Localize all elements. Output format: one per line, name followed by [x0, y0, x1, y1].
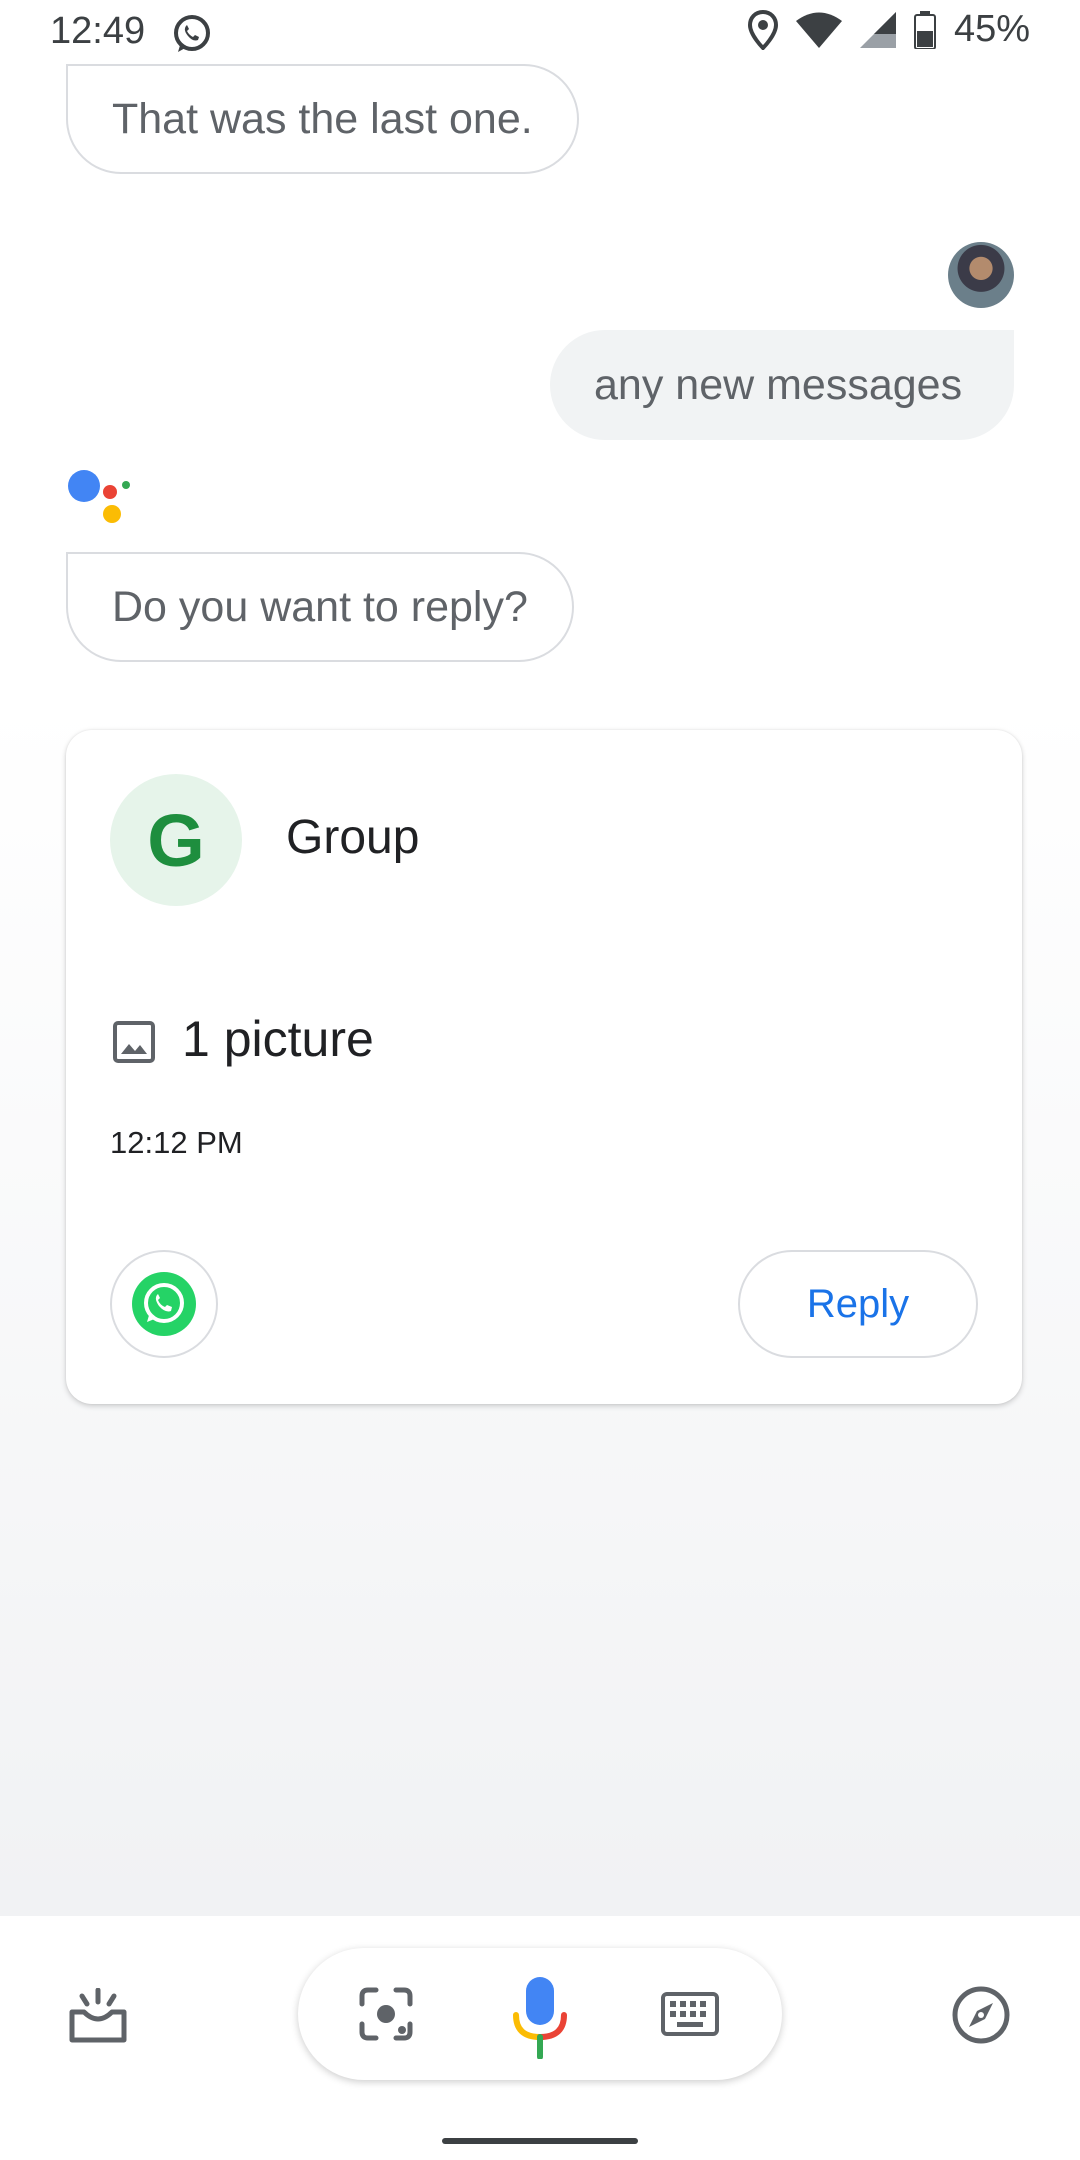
keyboard-icon[interactable] [658, 1982, 722, 2046]
status-bar: 12:49 45% [0, 0, 1080, 66]
assistant-logo-icon [66, 468, 136, 528]
location-icon [747, 9, 778, 50]
group-avatar-letter: G [147, 798, 205, 882]
message-text: 1 picture [182, 1011, 374, 1067]
card-title: Group [286, 811, 420, 864]
updates-icon[interactable] [66, 1984, 130, 2048]
user-bubble: any new messages [550, 330, 1014, 440]
status-icons: 45% [747, 8, 1030, 51]
user-message-text: any new messages [594, 360, 963, 409]
group-avatar: G [110, 774, 242, 906]
status-time: 12:49 [50, 10, 146, 52]
mic-icon[interactable] [504, 1972, 576, 2062]
bottom-bar [0, 1916, 1080, 2160]
image-icon [112, 1020, 156, 1064]
message-time: 12:12 PM [110, 1125, 243, 1160]
lens-icon[interactable] [354, 1982, 418, 2046]
assistant-input-pill [298, 1948, 782, 2080]
wifi-icon [795, 12, 842, 48]
battery-percent: 45% [953, 8, 1030, 50]
whatsapp-icon [170, 12, 214, 56]
assistant-bubble: Do you want to reply? [66, 552, 574, 662]
home-indicator[interactable] [442, 2138, 638, 2144]
message-card[interactable]: G Group 1 picture 12:12 PM Reply [66, 730, 1022, 1404]
whatsapp-icon [132, 1272, 196, 1336]
reply-button[interactable]: Reply [738, 1250, 978, 1358]
assistant-bubble: That was the last one. [66, 64, 579, 174]
cell-signal-icon [859, 11, 896, 48]
assistant-message-text: Do you want to reply? [112, 582, 528, 631]
app-chip[interactable] [110, 1250, 218, 1358]
assistant-message-text: That was the last one. [112, 94, 533, 143]
explore-icon[interactable] [948, 1982, 1014, 2048]
user-avatar [948, 242, 1014, 308]
battery-icon [913, 10, 936, 49]
